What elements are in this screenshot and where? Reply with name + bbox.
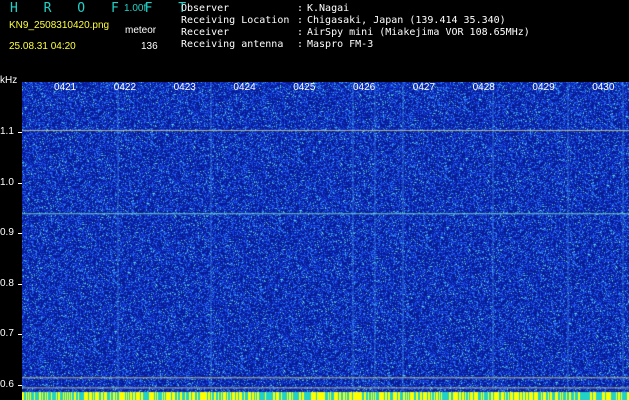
- y-tick: [18, 132, 22, 134]
- datetime-label: 25.08.31 04:20: [9, 41, 76, 52]
- x-tick-label: 0424: [233, 82, 256, 93]
- observer-label: Observer: [181, 3, 230, 14]
- x-tick-label: 0428: [472, 82, 495, 93]
- y-tick-label: 0.8: [0, 277, 14, 289]
- receiver-label: Receiver: [181, 27, 230, 38]
- separator: :: [297, 27, 304, 38]
- separator: :: [297, 15, 304, 26]
- filename-label: KN9_2508310420.png: [9, 20, 110, 31]
- x-tick-label: 0423: [173, 82, 196, 93]
- spectrogram-canvas: [22, 82, 629, 400]
- x-tick-label: 0421: [54, 82, 77, 93]
- app-brand: H R O F F T: [10, 1, 196, 16]
- x-tick-label: 0426: [353, 82, 376, 93]
- antenna-label: Receiving antenna: [181, 39, 284, 50]
- location-value: Chigasaki, Japan (139.414 35.340): [307, 15, 506, 26]
- x-tick-label: 0427: [412, 82, 436, 93]
- y-tick: [18, 283, 22, 285]
- meteor-label: meteor: [125, 25, 157, 36]
- separator: :: [297, 3, 304, 14]
- x-tick-label: 0429: [532, 82, 555, 93]
- y-tick-label: 0.6: [0, 378, 14, 390]
- meteor-count: 136: [141, 41, 158, 52]
- y-tick-label: 1.1: [0, 126, 14, 138]
- y-axis-unit: kHz: [0, 75, 18, 86]
- app-version: 1.00f: [124, 3, 147, 14]
- antenna-value: Maspro FM-3: [307, 39, 374, 50]
- spectrogram-plot: [22, 82, 629, 400]
- separator: :: [297, 39, 304, 50]
- y-tick: [18, 233, 22, 235]
- y-tick: [18, 384, 22, 386]
- y-tick: [18, 182, 22, 184]
- x-tick-label: 0425: [293, 82, 316, 93]
- receiver-value: AirSpy mini (Miakejima VOR 108.65MHz): [307, 27, 530, 38]
- y-tick-label: 1.0: [0, 176, 14, 188]
- y-tick: [18, 334, 22, 336]
- header-panel: H R O F F T 1.00f KN9_2508310420.png met…: [0, 0, 629, 82]
- x-tick-label: 0422: [113, 82, 137, 93]
- y-tick-label: 0.7: [0, 328, 14, 340]
- x-tick-label: 0430: [592, 82, 615, 93]
- location-label: Receiving Location: [181, 15, 290, 26]
- observer-value: K.Nagai: [307, 3, 350, 14]
- y-tick-label: 0.9: [0, 227, 14, 239]
